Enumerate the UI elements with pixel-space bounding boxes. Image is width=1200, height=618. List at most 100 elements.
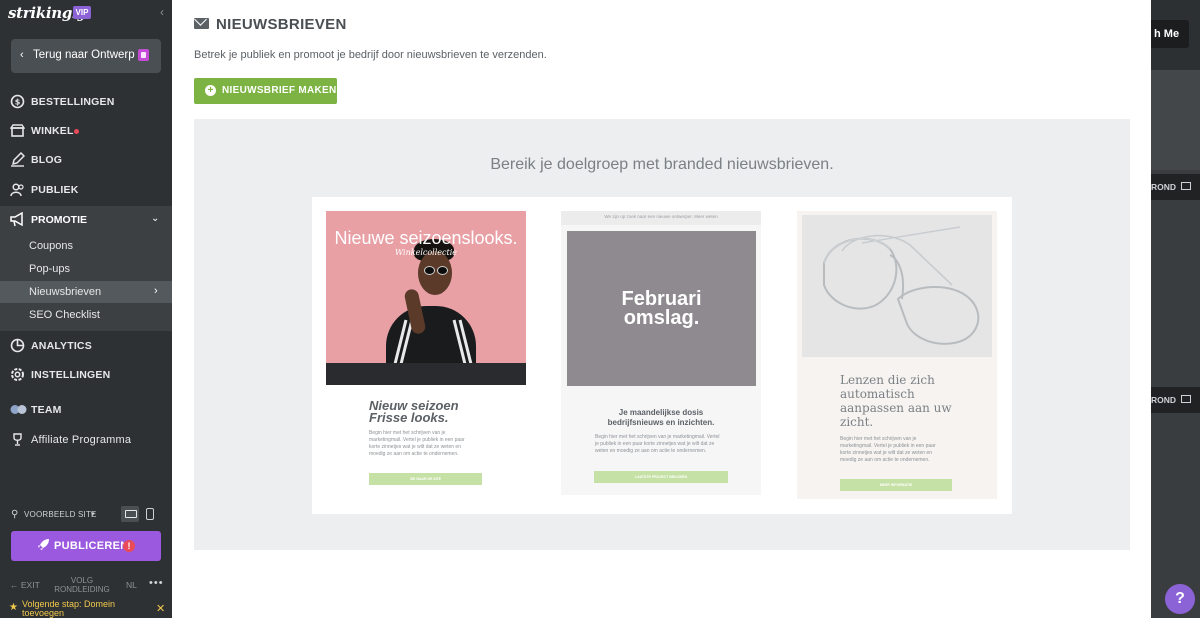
example-2-image-heading: Februari omslag. [621, 288, 702, 329]
sidebar-subitem-popups[interactable]: Pop-ups [0, 258, 172, 280]
floor-shape [326, 363, 526, 385]
newsletter-example-2-image: Februari omslag. [567, 231, 756, 386]
sidebar-item-analytics[interactable]: ANALYTICS [0, 332, 172, 360]
background-label-1-text: ROND [1151, 182, 1177, 192]
chevron-right-icon: › [154, 285, 158, 297]
example-3-button: MEER INFORMATIE [840, 479, 952, 491]
logo-row: strikingly VIP ‹ [0, 0, 172, 28]
collapse-sidebar-icon[interactable]: ‹ [160, 5, 164, 19]
desktop-preview-icon[interactable] [121, 506, 139, 522]
notification-dot [74, 129, 79, 134]
pen-icon [10, 151, 26, 167]
chevron-down-icon: ⌄ [151, 213, 160, 224]
svg-text:$: $ [15, 98, 21, 107]
sidebar-item-label: PUBLIEK [31, 184, 79, 196]
preview-site-label: VOORBEELD SITE [24, 510, 97, 519]
exit-link[interactable]: ← EXIT [10, 580, 40, 590]
sidebar-item-audience[interactable]: PUBLIEK [0, 176, 172, 204]
sidebar-item-team[interactable]: TEAM [0, 396, 172, 424]
sidebar-item-promotion[interactable]: PROMOTIE ⌄ [0, 206, 172, 234]
envelope-icon [194, 18, 209, 29]
background-label-2-text: ROND [1151, 395, 1177, 405]
image-icon [1181, 182, 1191, 190]
page-subtitle: Betrek je publiek en promoot je bedrijf … [194, 49, 547, 61]
newsletter-example-1-image: Nieuwe seizoenslooks. Winkelcollectie [326, 211, 526, 385]
mobile-preview-icon[interactable] [146, 508, 154, 520]
next-step-banner[interactable]: ★ Volgende stap: Domein toevoegen ✕ [0, 599, 172, 618]
next-step-label: Volgende stap: Domein toevoegen [22, 599, 116, 618]
store-icon [9, 123, 26, 138]
sidebar-item-blog[interactable]: BLOG [0, 146, 172, 174]
app-root: h Me ROND ROND ? strikingly VIP ‹ ‹ Teru… [0, 0, 1200, 618]
exit-label: EXIT [20, 580, 40, 590]
example-3-body: Begin hier met het schrijven van je mark… [840, 436, 936, 463]
publish-button[interactable]: PUBLICEREN ! [11, 531, 161, 561]
sidebar-subitem-label: SEO Checklist [29, 309, 100, 321]
site-cta-button: h Me [1151, 20, 1189, 48]
create-newsletter-button[interactable]: + NIEUWSBRIEF MAKEN [194, 78, 337, 104]
promo-heading: Bereik je doelgroep met branded nieuwsbr… [490, 156, 834, 173]
example-2-body: Begin hier met het schrijven van je mark… [595, 434, 720, 454]
sidebar-item-label: BLOG [31, 154, 63, 166]
site-cta-button-label: h Me [1154, 28, 1180, 40]
example-1-body: Begin hier met het schrijven van je mark… [369, 430, 465, 457]
people-icon [10, 182, 25, 197]
close-icon[interactable]: ✕ [156, 602, 165, 615]
create-newsletter-label: NIEUWSBRIEF MAKEN [222, 85, 337, 96]
sunglasses-shape [424, 266, 435, 275]
sidebar-subitem-newsletters[interactable]: Nieuwsbrieven › [0, 281, 172, 303]
star-icon: ★ [9, 602, 18, 613]
image-icon [1181, 395, 1191, 403]
chevron-left-icon: ‹ [20, 49, 24, 61]
chevron-down-icon: ▾ [91, 511, 95, 518]
example-2-button: LAATSTE PROJECT BEKIJKEN [594, 471, 728, 483]
newsletter-example-3-image [802, 215, 992, 357]
more-options-icon[interactable]: ••• [149, 577, 164, 589]
editor-icon [138, 49, 149, 61]
help-button[interactable]: ? [1165, 584, 1195, 614]
back-to-design-button[interactable]: ‹ Terug naar Ontwerp [11, 39, 161, 73]
sidebar-item-settings[interactable]: INSTELLINGEN [0, 361, 172, 389]
site-section [1151, 70, 1200, 170]
sidebar-item-orders[interactable]: $ BESTELLINGEN [0, 88, 172, 116]
site-editor-background: h Me ROND ROND [1151, 0, 1200, 618]
newsletter-promo-area: Bereik je doelgroep met branded nieuwsbr… [194, 119, 1130, 550]
sidebar-subitem-seo-checklist[interactable]: SEO Checklist [0, 304, 172, 326]
sidebar-subitem-coupons[interactable]: Coupons [0, 235, 172, 257]
sidebar-item-label: BESTELLINGEN [31, 96, 115, 108]
eyeglasses-illustration [823, 226, 980, 345]
example-3-title: Lenzen die zich automatisch aanpassen aa… [840, 373, 952, 429]
rocket-icon [37, 538, 50, 554]
page-title: NIEUWSBRIEVEN [216, 16, 347, 33]
sidebar-subitem-label: Nieuwsbrieven [29, 286, 102, 298]
sidebar-item-label: Affiliate Programma [31, 434, 132, 446]
sidebar-subitem-label: Pop-ups [29, 263, 70, 275]
megaphone-icon [10, 211, 25, 230]
sidebar-item-affiliate[interactable]: Affiliate Programma [0, 426, 172, 454]
example-1-image-heading: Nieuwe seizoenslooks. [334, 228, 518, 248]
example-2-title: Je maandelijkse dosis bedrijfsnieuws en … [607, 408, 715, 427]
dollar-circle-icon: $ [10, 94, 25, 109]
sunglasses-shape [437, 266, 448, 275]
sidebar-item-store[interactable]: WINKEL [0, 117, 172, 145]
sidebar: strikingly VIP ‹ ‹ Terug naar Ontwerp $ … [0, 0, 172, 618]
background-label-1: ROND [1151, 174, 1200, 200]
tour-link[interactable]: VOLG RONDLEIDING [50, 576, 114, 594]
pie-chart-icon [10, 338, 25, 353]
sidebar-item-label: TEAM [31, 404, 62, 416]
newsletter-examples: Nieuwe seizoenslooks. Winkelcollectie Ni… [312, 197, 1012, 514]
sidebar-item-label: PROMOTIE [31, 214, 88, 226]
sidebar-item-label: INSTELLINGEN [31, 369, 111, 381]
background-label-2: ROND [1151, 387, 1200, 413]
bottom-links: ← EXIT VOLG RONDLEIDING NL ••• [0, 575, 172, 597]
language-selector[interactable]: NL [126, 580, 137, 590]
example-1-image-subheading: Winkelcollectie [394, 248, 458, 257]
vip-badge: VIP [73, 6, 91, 19]
sidebar-item-label: WINKEL [31, 125, 74, 137]
sidebar-item-label: ANALYTICS [31, 340, 92, 352]
example-2-top-bar: We zijn op zoek naar een nieuwe ontwerpe… [561, 211, 761, 225]
plus-circle-icon: + [205, 85, 216, 96]
example-1-button: ZIE NAAR DE SITE [369, 473, 482, 485]
sidebar-subitem-label: Coupons [29, 240, 74, 252]
promotion-section: PROMOTIE ⌄ Coupons Pop-ups Nieuwsbrieven… [0, 206, 172, 331]
